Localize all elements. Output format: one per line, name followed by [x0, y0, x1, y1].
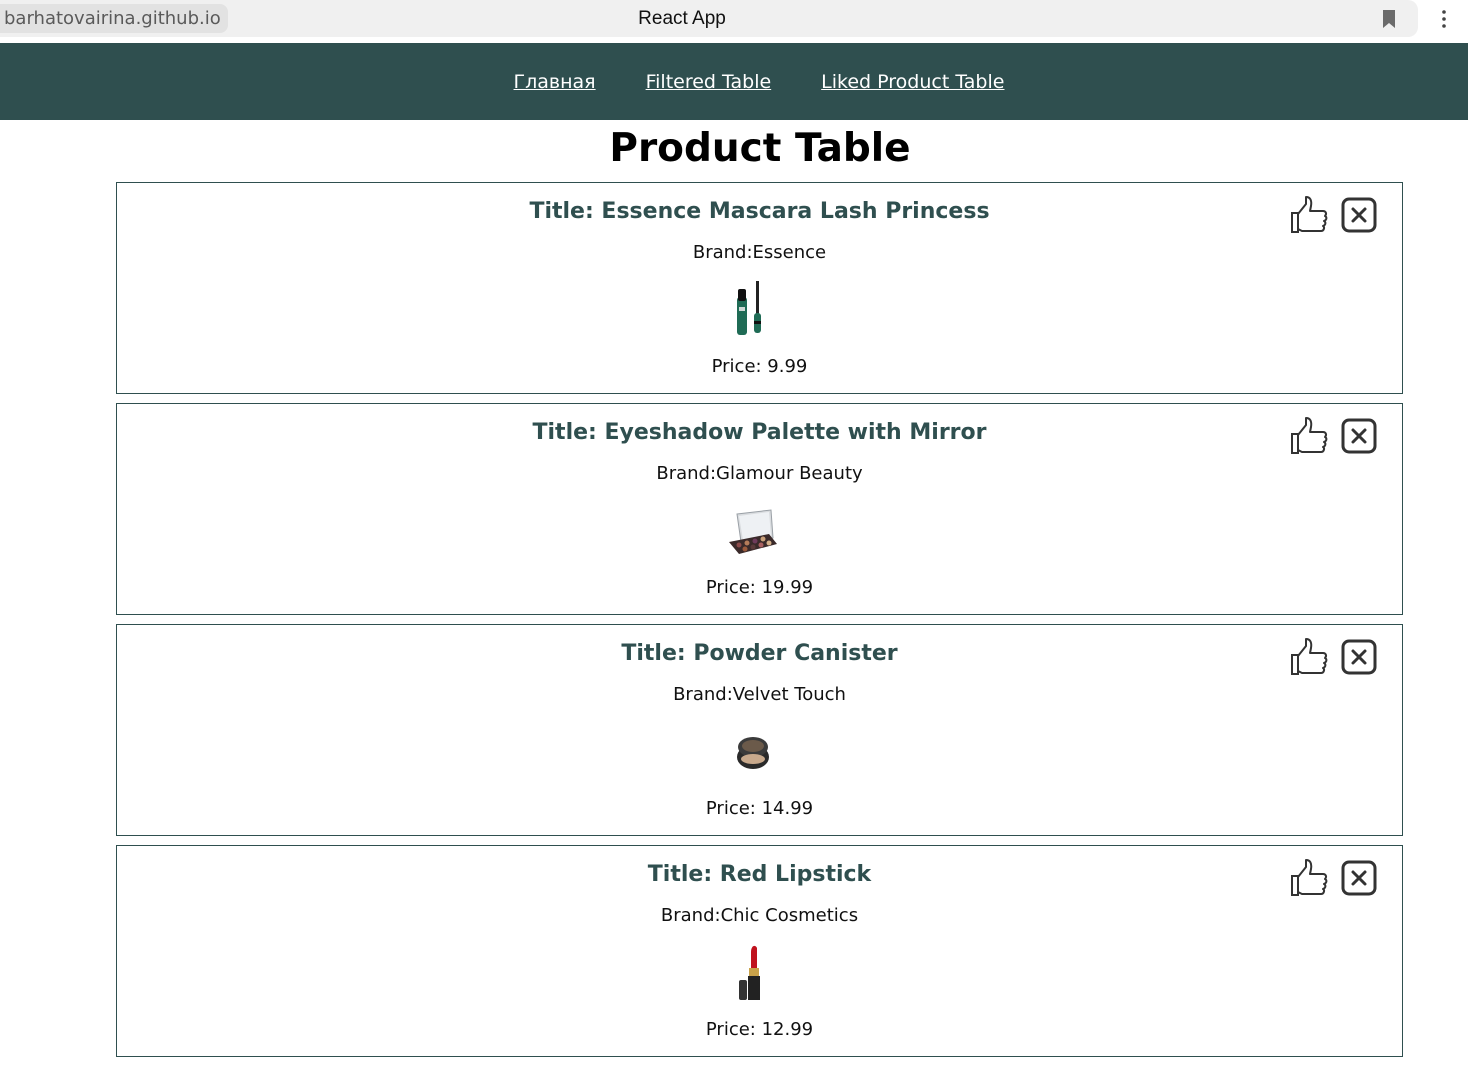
more-vertical-icon[interactable]: [1434, 8, 1454, 30]
thumbs-up-icon: [1291, 196, 1328, 233]
product-card: Title: Essence Mascara Lash Princess Bra…: [116, 182, 1403, 394]
main-navbar: Главная Filtered Table Liked Product Tab…: [0, 43, 1468, 120]
like-button[interactable]: [1287, 856, 1331, 900]
eyeshadow-palette-image: [729, 509, 777, 554]
product-title: Title: Powder Canister: [621, 641, 898, 666]
thumbs-up-icon: [1291, 638, 1328, 675]
remove-button[interactable]: [1341, 197, 1377, 233]
like-button[interactable]: [1287, 414, 1331, 458]
close-square-icon: [1341, 639, 1377, 675]
product-list: Title: Essence Mascara Lash Princess Bra…: [116, 182, 1403, 1066]
thumbs-up-icon: [1291, 417, 1328, 454]
product-brand: Brand:Chic Cosmetics: [660, 905, 859, 926]
product-brand: Brand:Essence: [692, 242, 827, 263]
nav-link-home[interactable]: Главная: [514, 71, 596, 93]
address-bar[interactable]: barhatovairina.github.io: [0, 0, 1418, 37]
url-text[interactable]: barhatovairina.github.io: [0, 4, 228, 33]
product-brand: Brand:Glamour Beauty: [656, 463, 863, 484]
product-card: Title: Eyeshadow Palette with Mirror Bra…: [116, 403, 1403, 615]
product-card: Title: Red Lipstick Brand:Chic Cosmetics…: [116, 845, 1403, 1057]
like-button[interactable]: [1287, 635, 1331, 679]
product-price: Price: 19.99: [705, 577, 814, 598]
close-square-icon: [1341, 860, 1377, 896]
product-brand: Brand:Velvet Touch: [673, 684, 846, 705]
remove-button[interactable]: [1341, 860, 1377, 896]
product-price: Price: 9.99: [711, 356, 808, 377]
remove-button[interactable]: [1341, 639, 1377, 675]
product-title: Title: Eyeshadow Palette with Mirror: [532, 420, 987, 445]
close-square-icon: [1341, 418, 1377, 454]
product-card: Title: Powder Canister Brand:Velvet Touc…: [116, 624, 1403, 836]
powder-canister-image: [737, 737, 769, 769]
nav-link-filtered-table[interactable]: Filtered Table: [646, 71, 772, 93]
page-title: Product Table: [609, 126, 911, 171]
browser-bar: barhatovairina.github.io React App: [0, 0, 1468, 42]
remove-button[interactable]: [1341, 418, 1377, 454]
nav-link-liked-product-table[interactable]: Liked Product Table: [821, 71, 1004, 93]
product-title: Title: Red Lipstick: [647, 862, 872, 887]
product-title: Title: Essence Mascara Lash Princess: [529, 199, 990, 224]
like-button[interactable]: [1287, 193, 1331, 237]
product-price: Price: 12.99: [705, 1019, 814, 1040]
bookmark-icon[interactable]: [1380, 8, 1398, 30]
mascara-image: [737, 281, 761, 335]
close-square-icon: [1341, 197, 1377, 233]
product-price: Price: 14.99: [705, 798, 814, 819]
thumbs-up-icon: [1291, 859, 1328, 896]
lipstick-image: [739, 945, 760, 1000]
